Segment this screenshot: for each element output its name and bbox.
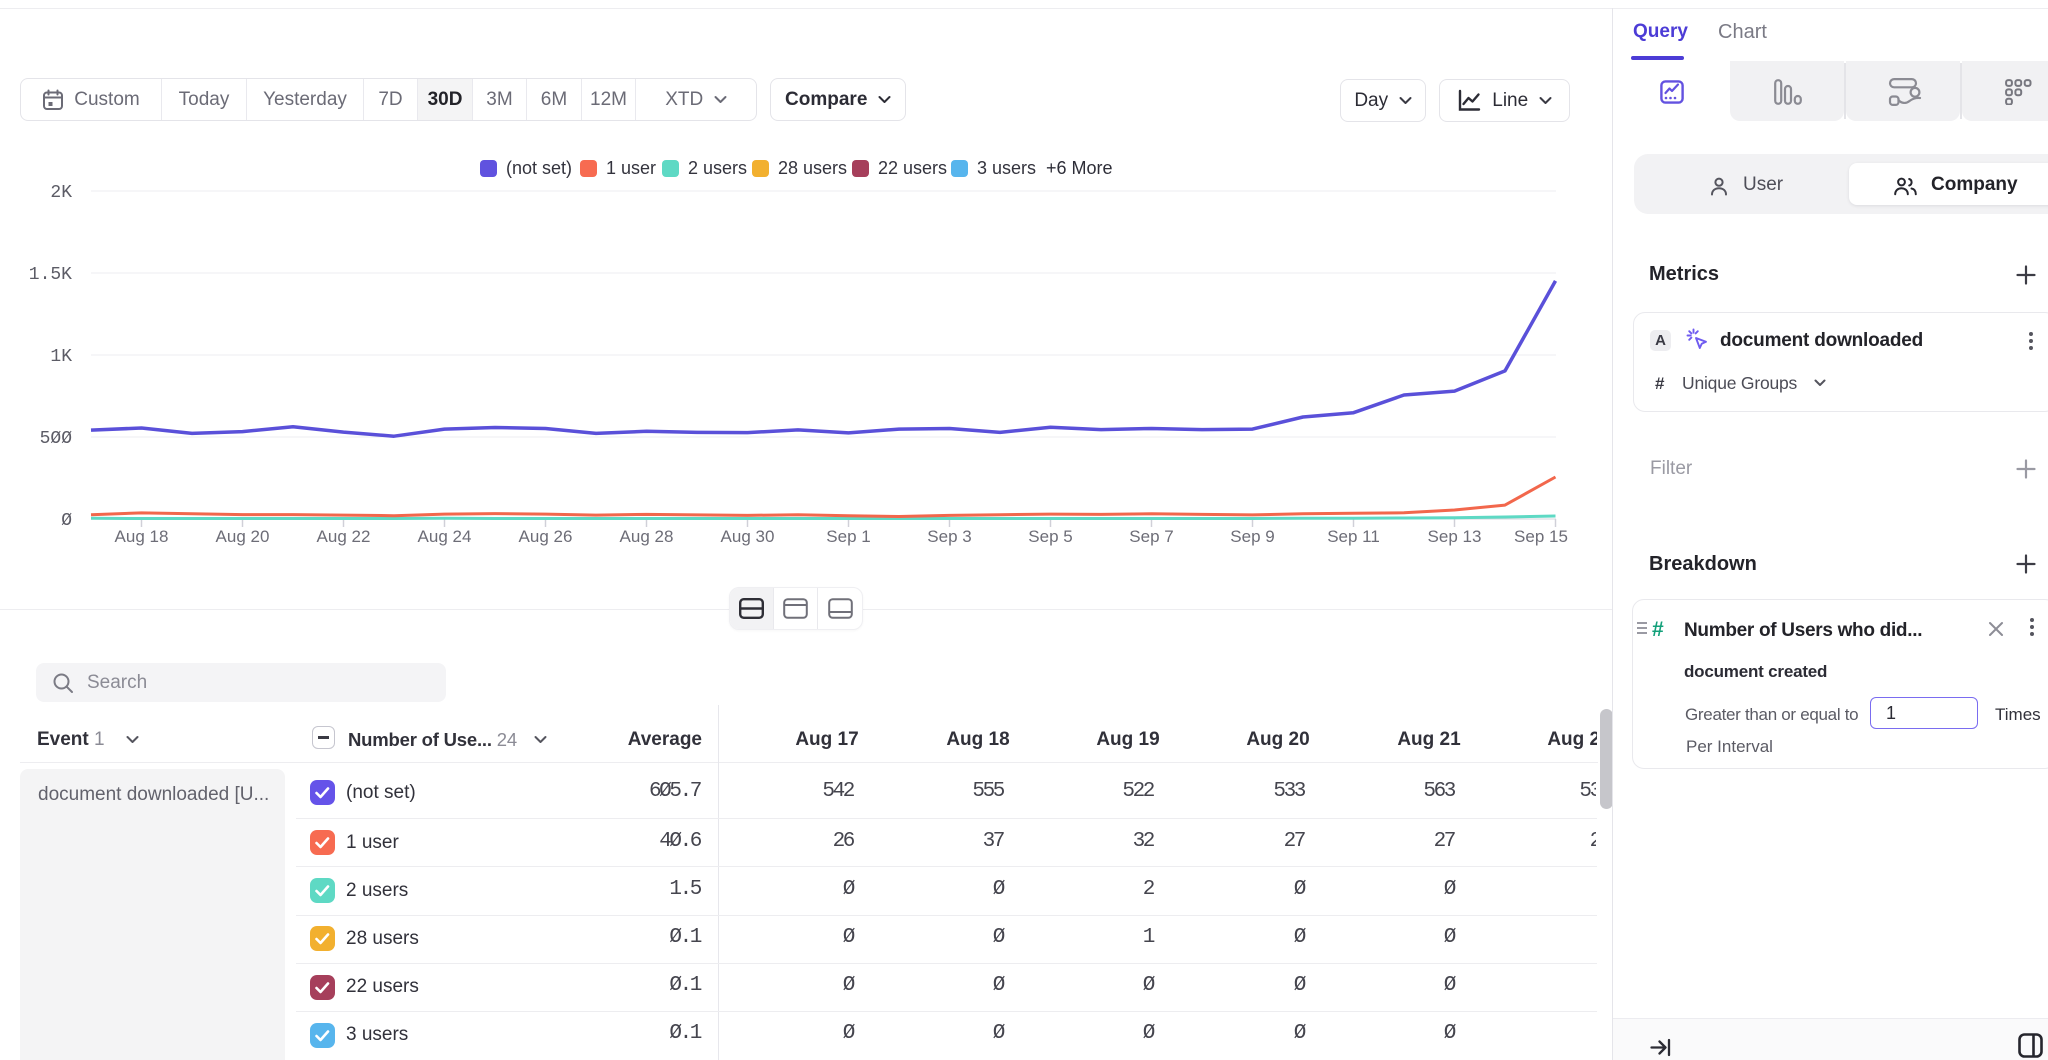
- svg-text:Aug 18: Aug 18: [115, 527, 169, 546]
- svg-text:Sep 11: Sep 11: [1327, 527, 1380, 546]
- svg-text:5ØØ: 5ØØ: [40, 429, 73, 449]
- svg-text:Aug 24: Aug 24: [418, 527, 472, 546]
- svg-text:Aug 30: Aug 30: [721, 527, 775, 546]
- svg-text:Sep 9: Sep 9: [1230, 527, 1274, 546]
- svg-text:Aug 26: Aug 26: [519, 527, 573, 546]
- svg-text:Ø: Ø: [61, 511, 72, 531]
- svg-text:Aug 20: Aug 20: [216, 527, 270, 546]
- svg-text:1K: 1K: [50, 347, 72, 367]
- svg-text:Sep 15: Sep 15: [1514, 527, 1568, 546]
- svg-text:Sep 7: Sep 7: [1129, 527, 1173, 546]
- svg-text:2K: 2K: [50, 183, 72, 203]
- svg-text:Aug 22: Aug 22: [317, 527, 371, 546]
- svg-text:Sep 5: Sep 5: [1028, 527, 1072, 546]
- svg-text:Aug 28: Aug 28: [620, 527, 674, 546]
- svg-text:Sep 3: Sep 3: [927, 527, 971, 546]
- svg-text:1.5K: 1.5K: [29, 265, 72, 285]
- svg-text:Sep 13: Sep 13: [1428, 527, 1482, 546]
- svg-text:Sep 1: Sep 1: [826, 527, 870, 546]
